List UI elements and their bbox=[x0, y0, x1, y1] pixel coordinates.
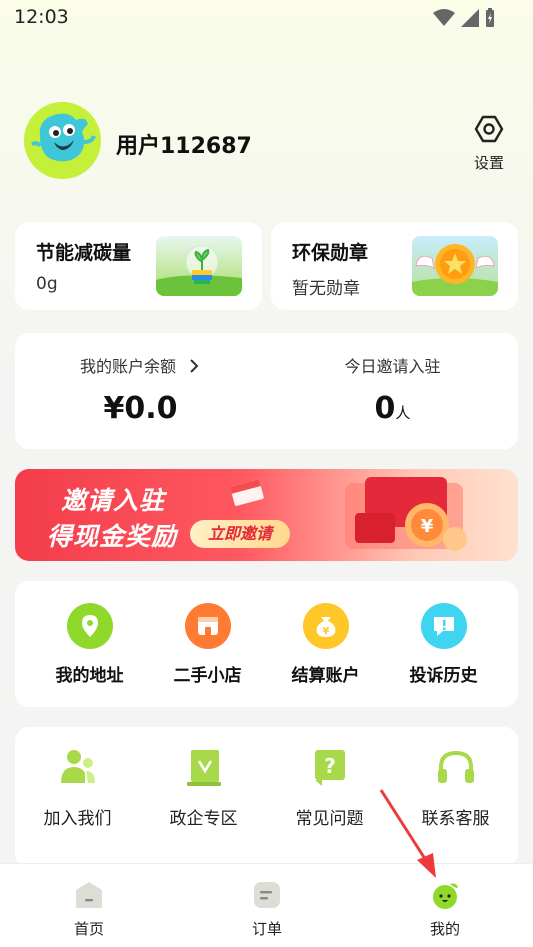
username: 用户112687 bbox=[116, 134, 252, 159]
invite-count-section: 今日邀请入驻 0人 bbox=[267, 333, 518, 449]
join-us-item[interactable]: 加入我们 bbox=[15, 727, 140, 867]
status-bar: 12:03 bbox=[0, 0, 533, 36]
money-bag-icon: ¥ bbox=[303, 603, 349, 649]
faq-icon: ? bbox=[315, 750, 345, 786]
carbon-reduction-title: 节能减碳量 bbox=[36, 242, 132, 264]
account-balance-label: 我的账户余额 bbox=[15, 353, 266, 377]
headset-icon bbox=[438, 750, 474, 783]
status-time: 12:03 bbox=[14, 6, 69, 28]
tab-profile-label: 我的 bbox=[429, 920, 460, 938]
enterprise-icon bbox=[187, 750, 221, 786]
carbon-reduction-value: 0g bbox=[36, 274, 58, 294]
second-hand-shop-label: 二手小店 bbox=[173, 666, 242, 686]
order-icon bbox=[254, 882, 280, 908]
eco-medal-title: 环保勋章 bbox=[292, 242, 369, 264]
banner-title: 邀请入驻 bbox=[61, 486, 166, 515]
faq-label: 常见问题 bbox=[295, 809, 364, 829]
svg-text:¥: ¥ bbox=[323, 626, 330, 637]
balance-card: 我的账户余额 ¥0.0 今日邀请入驻 0人 bbox=[15, 333, 518, 449]
tab-home[interactable]: 首页 bbox=[0, 864, 178, 947]
complaint-history-label: 投诉历史 bbox=[409, 666, 478, 686]
join-us-label: 加入我们 bbox=[43, 809, 112, 829]
settings-button[interactable]: 设置 bbox=[464, 114, 514, 173]
settlement-account-item[interactable]: ¥ 结算账户 bbox=[263, 581, 388, 707]
wifi-icon bbox=[433, 9, 455, 26]
home-icon bbox=[76, 882, 102, 908]
banner-subtitle: 得现金奖励 bbox=[47, 522, 178, 551]
tab-orders-label: 订单 bbox=[251, 920, 282, 938]
invite-banner[interactable]: ¥ 邀请入驻 得现金奖励 立即邀请 bbox=[15, 469, 518, 561]
enterprise-zone-label: 政企专区 bbox=[169, 809, 238, 829]
account-balance-value: ¥0.0 bbox=[103, 391, 178, 426]
invite-count-label: 今日邀请入驻 bbox=[344, 357, 441, 376]
settlement-account-label: 结算账户 bbox=[291, 666, 360, 686]
settings-hexagon-icon bbox=[474, 115, 504, 143]
enterprise-zone-item[interactable]: 政企专区 bbox=[141, 727, 266, 867]
eco-medal-value: 暂无勋章 bbox=[292, 279, 360, 299]
invite-now-button[interactable]: 立即邀请 bbox=[190, 520, 290, 548]
my-address-item[interactable]: 我的地址 bbox=[27, 581, 152, 707]
customer-service-label: 联系客服 bbox=[421, 809, 490, 829]
eco-medal-card[interactable]: 环保勋章 暂无勋章 bbox=[271, 222, 518, 310]
battery-icon bbox=[486, 8, 494, 27]
tab-home-label: 首页 bbox=[73, 920, 104, 938]
settings-label: 设置 bbox=[473, 154, 504, 172]
avatar[interactable] bbox=[24, 102, 101, 179]
join-us-icon bbox=[61, 750, 95, 783]
faq-item[interactable]: ? 常见问题 bbox=[267, 727, 392, 867]
svg-text:¥: ¥ bbox=[421, 516, 434, 537]
second-hand-shop-item[interactable]: 二手小店 bbox=[145, 581, 270, 707]
medal-image bbox=[412, 236, 498, 296]
sprout-bulb-image bbox=[156, 236, 242, 296]
shop-icon bbox=[185, 603, 231, 649]
profile-icon bbox=[433, 883, 458, 909]
complaint-icon bbox=[421, 603, 467, 649]
location-icon bbox=[67, 603, 113, 649]
services-card: 加入我们 政企专区 ? 常见问题 联系客服 bbox=[15, 727, 518, 867]
account-balance-section[interactable]: 我的账户余额 ¥0.0 bbox=[15, 333, 266, 449]
customer-service-item[interactable]: 联系客服 bbox=[393, 727, 518, 867]
svg-text:?: ? bbox=[324, 754, 336, 778]
quick-actions-card: 我的地址 二手小店 ¥ 结算账户 投诉历史 bbox=[15, 581, 518, 707]
status-icons bbox=[433, 8, 495, 28]
profile-header: 用户112687 设置 bbox=[24, 102, 514, 182]
carbon-reduction-card[interactable]: 节能减碳量 0g bbox=[15, 222, 262, 310]
signal-icon bbox=[461, 9, 479, 27]
chevron-right-icon bbox=[190, 359, 199, 373]
tab-profile[interactable]: 我的 bbox=[356, 864, 533, 947]
tab-orders[interactable]: 订单 bbox=[178, 864, 356, 947]
complaint-history-item[interactable]: 投诉历史 bbox=[381, 581, 506, 707]
invite-count-value: 0人 bbox=[374, 391, 411, 426]
my-address-label: 我的地址 bbox=[55, 666, 124, 686]
invite-count-unit: 人 bbox=[395, 404, 411, 422]
bottom-tab-bar: 首页 订单 我的 bbox=[0, 863, 533, 947]
